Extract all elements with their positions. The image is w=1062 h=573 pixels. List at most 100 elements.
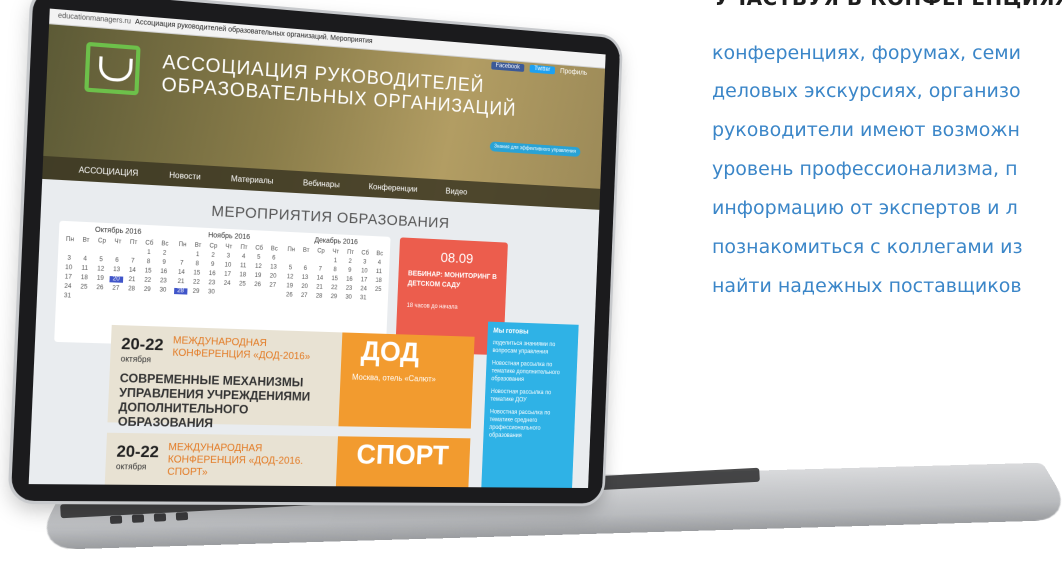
calendar-day[interactable]: 30	[342, 294, 355, 301]
calendar-day[interactable]: 17	[221, 271, 235, 278]
calendar-day[interactable]: 8	[142, 259, 156, 266]
calendar-day[interactable]: 24	[220, 281, 234, 288]
calendar-day[interactable]: 3	[62, 255, 76, 262]
calendar-day[interactable]: 23	[342, 286, 355, 292]
calendar-day[interactable]: 11	[373, 269, 386, 275]
calendar-day[interactable]: 2	[344, 259, 357, 266]
calendar-day[interactable]: 12	[283, 274, 296, 281]
nav-item-association[interactable]: АССОЦИАЦИЯ	[79, 165, 139, 178]
calendar-day[interactable]: 5	[94, 257, 108, 264]
calendar-day[interactable]: 19	[251, 273, 264, 280]
calendar-day[interactable]: 7	[314, 266, 327, 273]
twitter-button[interactable]: Twitter	[529, 64, 555, 75]
calendar-day[interactable]: 29	[327, 294, 340, 300]
calendar-day[interactable]: 16	[343, 277, 356, 284]
calendar-day[interactable]: 1	[191, 252, 205, 259]
calendar-day[interactable]: 19	[283, 283, 296, 290]
calendar-day[interactable]: 1	[142, 250, 156, 257]
calendar-day[interactable]: 2	[158, 250, 172, 257]
calendar-day[interactable]: 26	[93, 285, 107, 292]
calendar-day[interactable]: 28	[173, 287, 188, 295]
subscribe-item[interactable]: поделиться знаниями по вопросам управлен…	[492, 339, 572, 357]
calendar-day[interactable]: 21	[174, 279, 188, 286]
calendar-day[interactable]: 23	[156, 278, 170, 285]
calendar-day[interactable]: 1	[329, 258, 342, 265]
nav-item-materials[interactable]: Материалы	[231, 174, 274, 186]
calendar-day[interactable]: 23	[205, 280, 219, 287]
facebook-button[interactable]: Facebook	[490, 61, 525, 72]
calendar-day[interactable]: 13	[298, 275, 311, 282]
calendar-day[interactable]: 25	[236, 281, 249, 288]
calendar-day[interactable]: 14	[313, 275, 326, 282]
calendar-day[interactable]: 18	[77, 275, 91, 282]
calendar-day[interactable]: 11	[236, 263, 249, 270]
calendar-day[interactable]: 10	[358, 268, 371, 275]
calendar-day[interactable]: 25	[77, 284, 91, 291]
calendar-day[interactable]: 22	[141, 277, 155, 284]
subscribe-item[interactable]: Новостная рассылка по тематике среднего …	[489, 408, 570, 440]
calendar-day[interactable]: 6	[267, 255, 280, 262]
calendar-day[interactable]: 24	[357, 286, 370, 292]
calendar-day[interactable]: 15	[190, 270, 204, 277]
conference-banner[interactable]: 20-22 октября МЕЖДУНАРОДНАЯ КОНФЕРЕНЦИЯ …	[107, 324, 475, 430]
calendar-day[interactable]: 22	[328, 285, 341, 292]
calendar-day[interactable]: 6	[110, 257, 124, 264]
calendar-day[interactable]: 10	[221, 262, 235, 269]
calendar-day[interactable]: 14	[174, 269, 188, 276]
calendar-day[interactable]: 17	[358, 277, 371, 283]
calendar-day[interactable]: 16	[157, 269, 171, 276]
book-logo-icon[interactable]	[84, 41, 141, 96]
profile-menu[interactable]: Профиль	[560, 68, 587, 77]
calendar-day[interactable]: 9	[206, 262, 220, 269]
calendar-day[interactable]: 29	[140, 287, 154, 294]
subscribe-item[interactable]: Новостная рассылка по тематике дополните…	[491, 360, 572, 385]
calendar-day[interactable]: 4	[78, 256, 92, 263]
calendar-day[interactable]: 27	[109, 285, 123, 292]
calendar-day[interactable]: 9	[157, 259, 171, 266]
subscribe-item[interactable]: Новостная рассылка по тематике ДОУ	[490, 388, 570, 405]
calendar-day[interactable]: 13	[110, 267, 124, 274]
calendar-day[interactable]: 7	[175, 260, 189, 267]
calendar-day[interactable]: 16	[205, 271, 219, 278]
calendar-day[interactable]: 27	[266, 282, 279, 289]
calendar-day[interactable]: 17	[61, 274, 75, 281]
calendar-day[interactable]: 12	[94, 266, 108, 273]
nav-item-video[interactable]: Видео	[445, 186, 467, 196]
calendar-day[interactable]: 12	[252, 264, 265, 271]
calendar-day[interactable]: 28	[313, 293, 326, 300]
calendar-day[interactable]: 30	[205, 289, 219, 296]
calendar-day[interactable]: 15	[141, 268, 155, 275]
calendar-day[interactable]: 14	[125, 267, 139, 274]
calendar-day[interactable]: 20	[109, 276, 124, 283]
calendar-day[interactable]: 13	[267, 264, 280, 271]
calendar-day[interactable]: 20	[266, 273, 279, 280]
nav-item-webinars[interactable]: Вебинары	[303, 178, 340, 189]
calendar-day[interactable]: 28	[125, 286, 139, 293]
calendar-day[interactable]: 30	[156, 287, 170, 294]
calendar-day[interactable]: 3	[358, 259, 371, 266]
calendar-day[interactable]: 8	[328, 267, 341, 274]
calendar-day[interactable]: 24	[61, 284, 75, 291]
calendar-day[interactable]: 29	[189, 289, 203, 296]
calendar-day[interactable]: 4	[237, 254, 250, 261]
calendar-day[interactable]: 2	[206, 252, 220, 259]
calendar-day[interactable]: 25	[372, 287, 385, 293]
calendar-day[interactable]: 7	[126, 258, 140, 265]
calendar-day[interactable]: 10	[62, 265, 76, 272]
calendar-day[interactable]: 5	[284, 265, 297, 272]
calendar-day[interactable]: 22	[190, 279, 204, 286]
calendar-day[interactable]: 20	[298, 284, 311, 291]
conference-banner[interactable]: 20-22 октября МЕЖДУНАРОДНАЯ КОНФЕРЕНЦИЯ …	[102, 432, 471, 489]
calendar-day[interactable]: 19	[93, 275, 107, 283]
calendar-day[interactable]: 27	[298, 293, 311, 300]
calendar-day[interactable]: 18	[372, 278, 385, 284]
calendar-day[interactable]: 18	[236, 272, 249, 279]
calendar-day[interactable]: 3	[222, 253, 236, 260]
nav-item-conferences[interactable]: Конференции	[368, 182, 417, 194]
calendar-day[interactable]: 11	[78, 265, 92, 273]
calendar-day[interactable]: 21	[313, 284, 326, 291]
browser-url[interactable]: educationmanagers.ru	[58, 12, 131, 25]
calendar-day[interactable]: 9	[343, 268, 356, 275]
calendar-day[interactable]: 26	[283, 292, 296, 299]
calendar-day[interactable]: 8	[190, 261, 204, 268]
